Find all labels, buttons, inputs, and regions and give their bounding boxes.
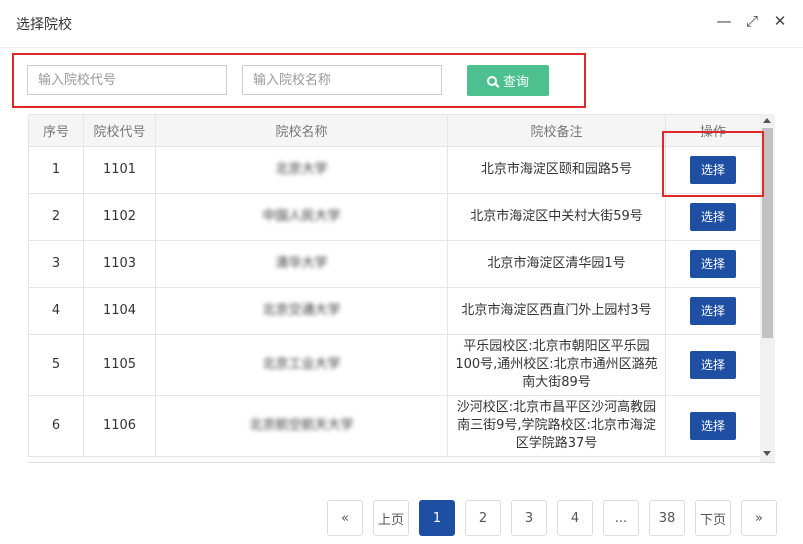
cell-code: 1103: [83, 240, 156, 288]
dialog-title: 选择院校: [16, 17, 72, 33]
search-panel: 查询: [12, 53, 586, 108]
cell-name: 清华大学: [155, 240, 448, 288]
table-row: 1 1101 北京大学 北京市海淀区颐和园路5号 选择: [28, 146, 761, 194]
cell-note: 北京市海淀区清华园1号: [447, 240, 666, 288]
cell-note: 北京市海淀区西直门外上园村3号: [447, 287, 666, 335]
cell-name: 北京大学: [155, 146, 448, 194]
page-1[interactable]: 1: [418, 500, 455, 536]
page-2[interactable]: 2: [464, 500, 501, 536]
school-name: 北京航空航天大学: [249, 418, 354, 433]
select-button[interactable]: 选择: [690, 203, 736, 231]
school-name: 北京工业大学: [262, 357, 341, 372]
table-row: 5 1105 北京工业大学 平乐园校区:北京市朝阳区平乐园100号,通州校区:北…: [28, 334, 761, 396]
cell-action: 选择: [665, 193, 761, 241]
header-note: 院校备注: [447, 114, 666, 147]
search-icon: [486, 75, 497, 86]
cell-no: 3: [28, 240, 84, 288]
table-row: 6 1106 北京航空航天大学 沙河校区:北京市昌平区沙河高教园南三街9号,学院…: [28, 395, 761, 457]
pagination: « 上页 1 2 3 4 ... 38 下页 »: [326, 500, 777, 536]
cell-name: 北京交通大学: [155, 287, 448, 335]
cell-code: 1101: [83, 146, 156, 194]
page-ellipsis: ...: [602, 500, 639, 536]
page-last[interactable]: »: [741, 500, 777, 536]
dialog-header: 选择院校 — ⤢ ✕: [0, 0, 803, 48]
school-name: 清华大学: [275, 256, 328, 271]
cell-note: 北京市海淀区中关村大街59号: [447, 193, 666, 241]
action-highlight: [662, 131, 764, 197]
search-button[interactable]: 查询: [467, 65, 549, 96]
select-button[interactable]: 选择: [690, 412, 736, 440]
cell-no: 4: [28, 287, 84, 335]
close-icon[interactable]: ✕: [771, 10, 789, 32]
page-3[interactable]: 3: [510, 500, 547, 536]
cell-no: 5: [28, 334, 84, 396]
page-prev[interactable]: 上页: [372, 500, 409, 536]
cell-note: 北京市海淀区颐和园路5号: [447, 146, 666, 194]
cell-code: 1105: [83, 334, 156, 396]
select-button[interactable]: 选择: [690, 351, 736, 379]
school-name: 北京大学: [275, 162, 328, 177]
cell-name: 北京航空航天大学: [155, 395, 448, 457]
header-name: 院校名称: [155, 114, 448, 147]
school-name-input[interactable]: [242, 65, 442, 95]
scroll-up-icon[interactable]: [763, 118, 771, 123]
cell-code: 1102: [83, 193, 156, 241]
page-38[interactable]: 38: [648, 500, 685, 536]
search-button-label: 查询: [502, 74, 529, 89]
cell-action: 选择: [665, 240, 761, 288]
cell-action: 选择: [665, 334, 761, 396]
minimize-icon[interactable]: —: [715, 10, 733, 32]
cell-note: 平乐园校区:北京市朝阳区平乐园100号,通州校区:北京市通州区潞苑南大街89号: [447, 334, 666, 396]
cell-action: 选择: [665, 287, 761, 335]
table-row: 2 1102 中国人民大学 北京市海淀区中关村大街59号 选择: [28, 193, 761, 241]
table-row: 4 1104 北京交通大学 北京市海淀区西直门外上园村3号 选择: [28, 287, 761, 335]
school-name: 中国人民大学: [262, 209, 341, 224]
scroll-down-icon[interactable]: [763, 451, 771, 456]
cell-no: 6: [28, 395, 84, 457]
cell-code: 1106: [83, 395, 156, 457]
cell-no: 1: [28, 146, 84, 194]
cell-code: 1104: [83, 287, 156, 335]
school-code-input[interactable]: [27, 65, 227, 95]
cell-no: 2: [28, 193, 84, 241]
select-button[interactable]: 选择: [690, 250, 736, 278]
header-code: 院校代号: [83, 114, 156, 147]
select-button[interactable]: 选择: [690, 297, 736, 325]
cell-name: 北京工业大学: [155, 334, 448, 396]
page-next[interactable]: 下页: [694, 500, 731, 536]
header-no: 序号: [28, 114, 84, 147]
cell-name: 中国人民大学: [155, 193, 448, 241]
maximize-icon[interactable]: ⤢: [743, 10, 761, 32]
page-4[interactable]: 4: [556, 500, 593, 536]
cell-note: 沙河校区:北京市昌平区沙河高教园南三街9号,学院路校区:北京市海淀区学院路37号: [447, 395, 666, 457]
table-row: 3 1103 清华大学 北京市海淀区清华园1号 选择: [28, 240, 761, 288]
cell-action: 选择: [665, 395, 761, 457]
page-first[interactable]: «: [326, 500, 363, 536]
table-header-row: 序号 院校代号 院校名称 院校备注 操作: [28, 114, 761, 147]
school-name: 北京交通大学: [262, 303, 341, 318]
